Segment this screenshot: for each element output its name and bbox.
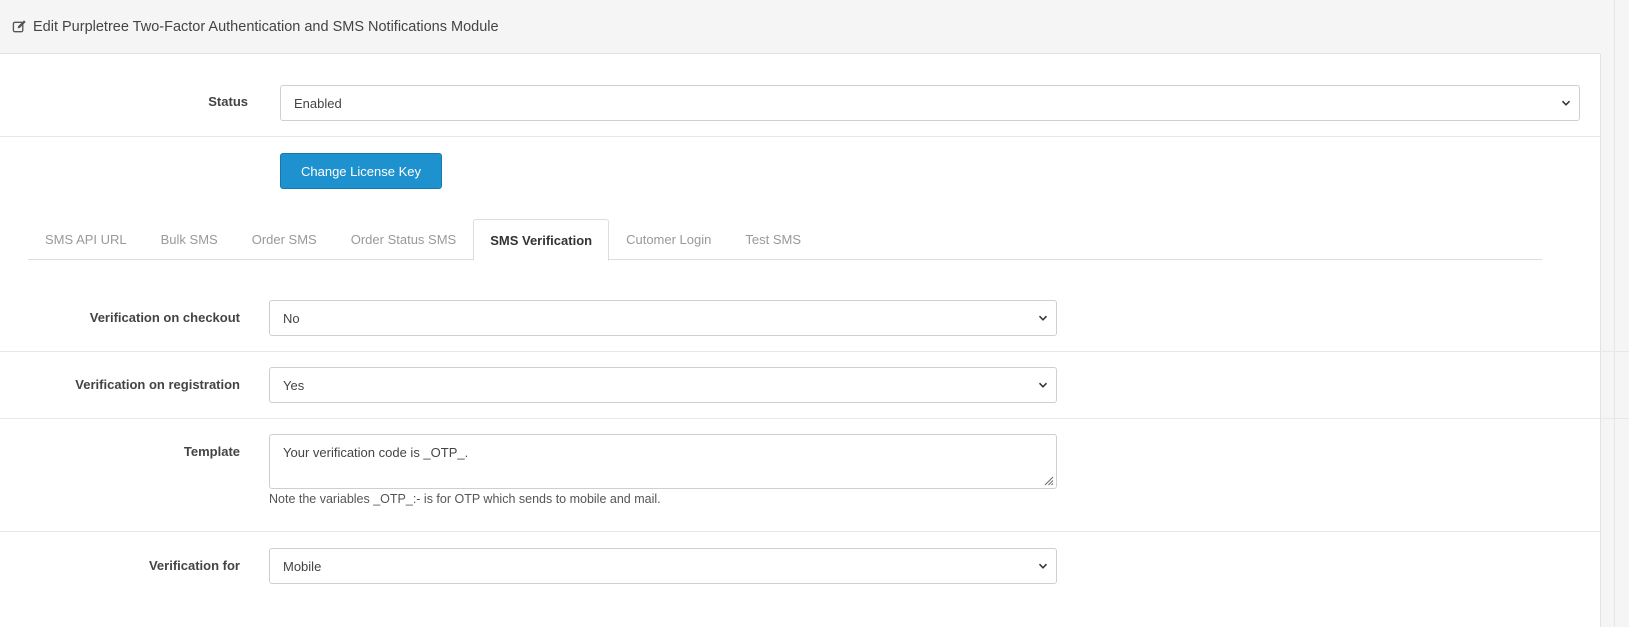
row-divider	[0, 351, 1629, 352]
template-help-text: Note the variables _OTP_:- is for OTP wh…	[269, 492, 661, 506]
status-select[interactable]: Enabled	[280, 85, 1580, 121]
checkout-select[interactable]: No	[269, 300, 1057, 336]
registration-select[interactable]: Yes	[269, 367, 1057, 403]
tab-bulk-sms[interactable]: Bulk SMS	[144, 219, 235, 260]
tab-order-sms[interactable]: Order SMS	[235, 219, 334, 260]
chevron-down-icon	[1038, 561, 1048, 571]
status-select-value: Enabled	[294, 95, 342, 111]
tab-cutomer-login[interactable]: Cutomer Login	[609, 219, 728, 260]
tab-sms-api-url[interactable]: SMS API URL	[28, 219, 144, 260]
verification-for-select[interactable]: Mobile	[269, 548, 1057, 584]
chevron-down-icon	[1561, 98, 1571, 108]
tab-test-sms[interactable]: Test SMS	[728, 219, 818, 260]
tab-sms-verification[interactable]: SMS Verification	[473, 219, 610, 261]
pencil-square-icon	[12, 19, 27, 34]
tab-order-status-sms[interactable]: Order Status SMS	[334, 219, 473, 260]
verification-for-select-value: Mobile	[283, 558, 322, 574]
registration-select-value: Yes	[283, 377, 305, 393]
tab-bar: SMS API URL Bulk SMS Order SMS Order Sta…	[28, 219, 1542, 261]
resize-handle-icon[interactable]	[1042, 474, 1054, 486]
template-text: Your verification code is _OTP_.	[283, 445, 469, 460]
registration-label: Verification on registration	[75, 377, 240, 392]
row-divider	[0, 418, 1629, 419]
panel-heading: Edit Purpletree Two-Factor Authenticatio…	[0, 0, 1600, 54]
verification-for-label: Verification for	[148, 558, 240, 573]
template-textarea[interactable]: Your verification code is _OTP_.	[269, 434, 1057, 489]
right-gutter	[1602, 0, 1629, 627]
template-label: Template	[183, 444, 240, 459]
checkout-label: Verification on checkout	[89, 310, 240, 325]
checkout-select-value: No	[283, 310, 300, 326]
row-divider	[0, 136, 1601, 137]
change-license-key-button[interactable]: Change License Key	[280, 153, 442, 189]
status-label: Status	[208, 94, 248, 109]
row-divider	[0, 531, 1601, 532]
panel-body	[0, 54, 1601, 627]
chevron-down-icon	[1038, 313, 1048, 323]
scrollbar-track[interactable]	[1614, 0, 1615, 627]
chevron-down-icon	[1038, 380, 1048, 390]
page-title: Edit Purpletree Two-Factor Authenticatio…	[33, 18, 499, 35]
